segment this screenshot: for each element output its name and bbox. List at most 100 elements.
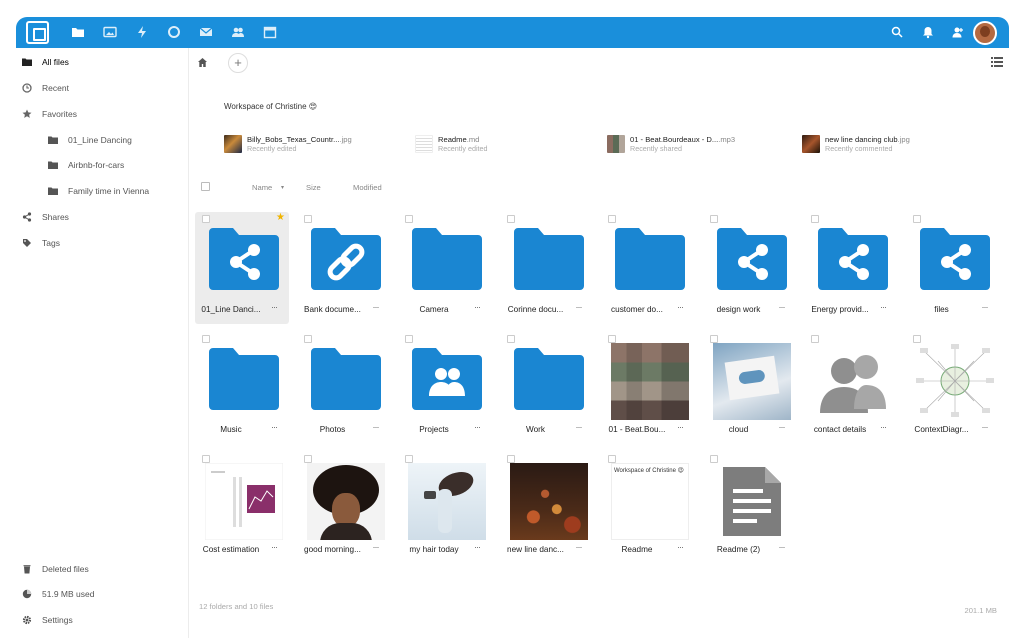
recent-file-billy-bobs[interactable]: Billy_Bobs_Texas_Countr....jpg Recently e… xyxy=(224,133,352,155)
file-tile[interactable]: files ··· xyxy=(906,212,1000,324)
file-checkbox[interactable] xyxy=(811,335,819,343)
file-actions-button[interactable]: ··· xyxy=(982,422,989,432)
file-tile[interactable]: design work ··· xyxy=(703,212,797,324)
file-tile[interactable]: Photos ··· xyxy=(297,332,391,444)
file-checkbox[interactable] xyxy=(405,455,413,463)
file-actions-button[interactable]: ··· xyxy=(677,542,684,552)
file-actions-button[interactable]: ··· xyxy=(271,542,278,552)
file-actions-button[interactable]: ··· xyxy=(373,422,380,432)
file-checkbox[interactable] xyxy=(912,215,921,223)
file-checkbox[interactable] xyxy=(709,335,718,343)
sidebar-favorite-line-dancing[interactable]: 01_Line Dancing xyxy=(16,128,188,152)
file-tile[interactable]: customer do... ··· xyxy=(601,212,695,324)
file-tile[interactable]: ★ 01_Line Danci... ··· xyxy=(195,212,289,324)
recent-file-beat-bourdeaux[interactable]: 01 - Beat.Bourdeaux - D....mp3 Recently s… xyxy=(607,133,735,155)
file-tile[interactable]: new line danc... ··· xyxy=(500,452,594,564)
file-tile[interactable]: Bank docume... ··· xyxy=(297,212,391,324)
talk-app-icon[interactable] xyxy=(166,25,182,39)
file-checkbox[interactable] xyxy=(709,215,718,223)
activity-app-icon[interactable] xyxy=(134,25,150,39)
file-actions-button[interactable]: ··· xyxy=(474,302,481,312)
file-checkbox[interactable] xyxy=(506,215,515,223)
file-checkbox[interactable] xyxy=(405,335,413,343)
contacts-app-icon[interactable] xyxy=(230,25,246,39)
file-actions-button[interactable]: ··· xyxy=(779,422,786,432)
sort-by-name[interactable]: Name xyxy=(252,183,272,192)
file-checkbox[interactable] xyxy=(202,215,210,223)
contacts-menu-icon[interactable] xyxy=(951,25,965,39)
file-actions-button[interactable]: ··· xyxy=(474,422,481,432)
file-actions-button[interactable]: ··· xyxy=(982,302,989,312)
file-actions-button[interactable]: ··· xyxy=(880,302,887,312)
recent-file-readme[interactable]: Readme.md Recently edited xyxy=(415,133,488,155)
calendar-app-icon[interactable] xyxy=(262,25,278,39)
gallery-app-icon[interactable] xyxy=(102,25,118,39)
sidebar-item-shares[interactable]: Shares xyxy=(16,205,188,229)
file-tile[interactable]: Music ··· xyxy=(195,332,289,444)
sidebar-item-settings[interactable]: Settings xyxy=(16,608,188,632)
file-actions-button[interactable]: ··· xyxy=(779,302,786,312)
file-checkbox[interactable] xyxy=(405,215,413,223)
sidebar-item-deleted-files[interactable]: Deleted files xyxy=(16,557,188,581)
file-checkbox[interactable] xyxy=(608,215,616,223)
file-checkbox[interactable] xyxy=(202,455,210,463)
file-tile[interactable]: good morning... ··· xyxy=(297,452,391,564)
file-tile[interactable]: Readme (2) ··· xyxy=(703,452,797,564)
sidebar-item-tags[interactable]: Tags xyxy=(16,231,188,255)
file-actions-button[interactable]: ··· xyxy=(576,422,583,432)
recent-file-line-dancing-club[interactable]: new line dancing club.jpg Recently commen… xyxy=(802,133,910,155)
file-checkbox[interactable] xyxy=(303,215,312,223)
file-actions-button[interactable]: ··· xyxy=(677,302,684,312)
user-avatar[interactable] xyxy=(973,21,997,45)
file-tile[interactable]: Projects ··· xyxy=(398,332,492,444)
file-tile[interactable]: 01 - Beat.Bou... ··· xyxy=(601,332,695,444)
file-checkbox[interactable] xyxy=(608,335,616,343)
file-checkbox[interactable] xyxy=(608,455,616,463)
file-checkbox[interactable] xyxy=(506,335,515,343)
file-tile[interactable]: my hair today ··· xyxy=(398,452,492,564)
file-tile[interactable]: Energy provid... ··· xyxy=(804,212,898,324)
sidebar-item-recent[interactable]: Recent xyxy=(16,76,188,100)
file-actions-button[interactable]: ··· xyxy=(677,422,684,432)
file-actions-button[interactable]: ··· xyxy=(373,302,380,312)
file-actions-button[interactable]: ··· xyxy=(474,542,481,552)
new-file-button[interactable]: + xyxy=(228,53,248,73)
file-actions-button[interactable]: ··· xyxy=(271,422,278,432)
file-actions-button[interactable]: ··· xyxy=(271,302,278,312)
files-app-icon[interactable] xyxy=(70,25,86,39)
sidebar-favorite-airbnb[interactable]: Airbnb-for-cars xyxy=(16,153,188,177)
favorite-star-icon[interactable]: ★ xyxy=(276,213,285,223)
file-tile[interactable]: Cost estimation ··· xyxy=(195,452,289,564)
file-actions-button[interactable]: ··· xyxy=(576,542,583,552)
file-checkbox[interactable] xyxy=(506,455,515,463)
nextcloud-logo-icon[interactable] xyxy=(26,21,49,44)
file-checkbox[interactable] xyxy=(303,455,312,463)
file-tile[interactable]: Workspace of Christine 😍 Readme ··· xyxy=(601,452,695,564)
home-icon[interactable] xyxy=(197,57,208,68)
file-checkbox[interactable] xyxy=(303,335,312,343)
sort-by-size[interactable]: Size xyxy=(306,183,321,192)
sort-by-modified[interactable]: Modified xyxy=(353,183,382,192)
file-tile[interactable]: ContextDiagr... ··· xyxy=(906,332,1000,444)
list-view-icon[interactable] xyxy=(991,57,1003,67)
select-all-checkbox[interactable] xyxy=(201,182,210,191)
mail-app-icon[interactable] xyxy=(198,25,214,39)
file-checkbox[interactable] xyxy=(202,335,210,343)
sidebar-item-favorites[interactable]: Favorites xyxy=(16,102,188,126)
sidebar-quota[interactable]: 51.9 MB used xyxy=(16,582,188,606)
file-tile[interactable]: contact details ··· xyxy=(804,332,898,444)
file-checkbox[interactable] xyxy=(709,455,718,463)
file-tile[interactable]: Corinne docu... ··· xyxy=(500,212,594,324)
search-icon[interactable] xyxy=(890,25,904,39)
file-checkbox[interactable] xyxy=(912,335,921,343)
notifications-icon[interactable] xyxy=(921,25,935,39)
file-actions-button[interactable]: ··· xyxy=(779,542,786,552)
file-tile[interactable]: Camera ··· xyxy=(398,212,492,324)
file-actions-button[interactable]: ··· xyxy=(373,542,380,552)
file-tile[interactable]: cloud ··· xyxy=(703,332,797,444)
file-tile[interactable]: Work ··· xyxy=(500,332,594,444)
file-actions-button[interactable]: ··· xyxy=(576,302,583,312)
sidebar-item-all-files[interactable]: All files xyxy=(16,50,188,74)
file-checkbox[interactable] xyxy=(811,215,819,223)
file-actions-button[interactable]: ··· xyxy=(880,422,887,432)
